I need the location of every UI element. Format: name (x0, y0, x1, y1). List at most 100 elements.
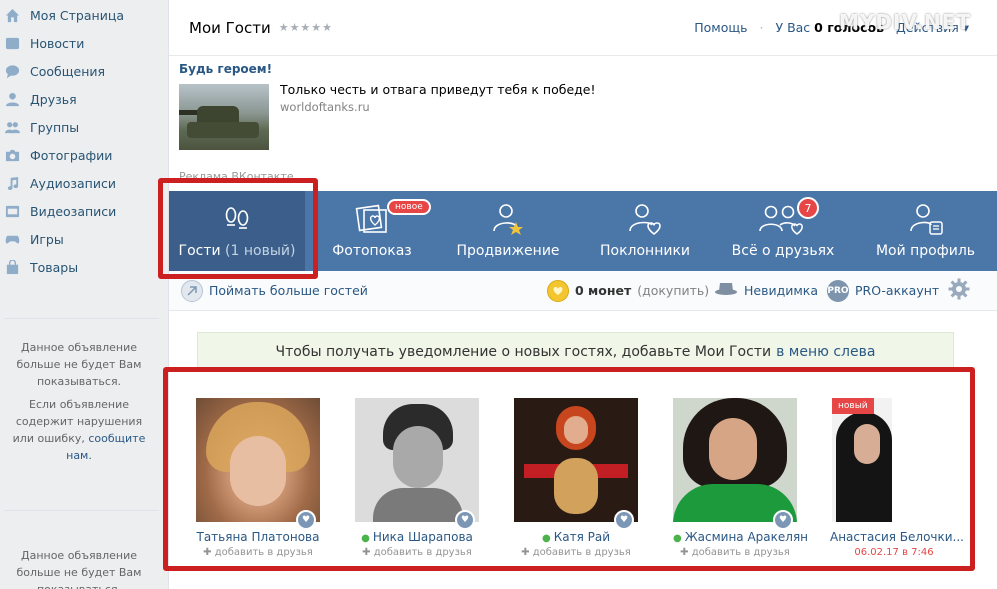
camera-icon (4, 147, 20, 163)
sidebar-item-label: Моя Страница (30, 7, 124, 23)
catch-label: Поймать больше гостей (209, 283, 368, 298)
promo-heading[interactable]: Будь героем! (179, 62, 679, 76)
sidebar-item-messages[interactable]: Сообщения (0, 57, 167, 85)
user-card-icon (906, 201, 946, 237)
new-badge: новое (387, 199, 431, 215)
sidebar-item-friends[interactable]: Друзья (0, 85, 167, 113)
ad-hidden-notice: Данное объявление больше не будет Вам по… (4, 339, 154, 464)
heart-icon[interactable]: ♥ (455, 510, 475, 530)
guest-card[interactable]: ♥ ● Ника Шарапова ✚ добавить в друзья (355, 398, 479, 558)
sidebar-item-audio[interactable]: Аудиозаписи (0, 169, 167, 197)
avatar[interactable] (196, 398, 320, 522)
tab-label: Фотопоказ (332, 243, 412, 259)
sidebar-item-label: Товары (30, 259, 79, 275)
add-to-menu-link[interactable]: в меню слева (776, 344, 875, 360)
friends-icon (4, 91, 20, 107)
gamepad-icon (4, 231, 20, 247)
tab-label: Продвижение (456, 243, 560, 259)
video-icon (4, 203, 20, 219)
guests-list: ♥ Татьяна Платонова ✚ добавить в друзья … (169, 380, 997, 580)
invisible-label: Невидимка (744, 283, 818, 298)
avatar[interactable] (673, 398, 797, 522)
tab-label: Мой профиль (875, 243, 976, 259)
new-badge: новый (832, 398, 874, 414)
pro-account-link[interactable]: PRO PRO-аккаунт (827, 279, 940, 302)
promo-image[interactable] (179, 84, 269, 150)
sidebar-item-goods[interactable]: Товары (0, 253, 167, 281)
coin-icon (547, 279, 569, 302)
tab-promotion[interactable]: Продвижение (439, 191, 577, 271)
sidebar-item-games[interactable]: Игры (0, 225, 167, 253)
guest-name[interactable]: ● Жасмина Аракелян (673, 530, 808, 544)
sidebar-item-photos[interactable]: Фотографии (0, 141, 167, 169)
heart-icon[interactable]: ♥ (614, 510, 634, 530)
sidebar-item-video[interactable]: Видеозаписи (0, 197, 167, 225)
sidebar-item-label: Сообщения (30, 63, 106, 79)
invisible-link[interactable]: Невидимка (714, 281, 818, 300)
online-indicator: ● (361, 533, 370, 544)
catch-guests-link[interactable]: Поймать больше гостей (181, 279, 368, 302)
heart-icon[interactable]: ♥ (296, 510, 316, 530)
menu-notice: Чтобы получать уведомление о новых гостя… (197, 332, 954, 372)
pro-label: PRO-аккаунт (855, 283, 940, 298)
pro-icon: PRO (827, 279, 849, 302)
messages-icon (4, 63, 20, 79)
sidebar-item-my-page[interactable]: Моя Страница (0, 1, 167, 29)
sidebar-item-label: Аудиозаписи (30, 175, 116, 191)
sidebar-item-label: Игры (30, 231, 64, 247)
avatar[interactable] (514, 398, 638, 522)
sidebar-item-label: Видеозаписи (30, 203, 117, 219)
heart-icon[interactable]: ♥ (773, 510, 793, 530)
app-panel: Мои Гости ★★★★★ Помощь · У Вас 0 голосов… (168, 0, 997, 589)
friends-count-badge: 7 (797, 197, 819, 219)
guest-card[interactable]: ♥ ● Катя Рай ✚ добавить в друзья (514, 398, 638, 558)
page-title: Мои Гости (189, 18, 271, 37)
tab-label: Поклонники (599, 243, 691, 259)
online-indicator: ● (541, 533, 551, 544)
ad-hidden-text: Данное объявление больше не будет Вам по… (16, 341, 142, 388)
add-friend-link[interactable]: ✚ добавить в друзья (196, 547, 320, 558)
tab-photoshow[interactable]: новое Фотопоказ (305, 191, 439, 271)
guest-name[interactable]: Татьяна Платонова (196, 530, 320, 544)
tab-friends-info[interactable]: 7 Всё о друзьях (713, 191, 853, 271)
add-friend-link[interactable]: ✚ добавить в друзья (514, 547, 638, 558)
sidebar-item-label: Фотографии (30, 147, 113, 163)
sidebar-item-label: Новости (30, 35, 85, 51)
promo-site[interactable]: worldoftanks.ru (280, 100, 370, 114)
ad-hidden-text: Данное объявление больше не будет Вам по… (16, 549, 142, 589)
sidebar-item-news[interactable]: Новости (0, 29, 167, 57)
guest-name[interactable]: ● Катя Рай (514, 530, 638, 544)
sidebar-item-label: Друзья (30, 91, 77, 107)
sub-toolbar: Поймать больше гостей 0 монет (докупить)… (169, 271, 997, 311)
news-icon (4, 35, 20, 51)
separator-dot: · (759, 20, 764, 35)
tab-my-profile[interactable]: Мой профиль (853, 191, 997, 271)
guest-card[interactable]: новый Анастасия Белочки... 06.02.17 в 7:… (830, 398, 964, 558)
online-indicator: ● (673, 533, 682, 544)
guest-name[interactable]: Анастасия Белочки... (830, 530, 964, 544)
rating-stars[interactable]: ★★★★★ (279, 21, 333, 34)
tab-label: Гости (178, 243, 221, 259)
user-heart-icon (625, 201, 665, 237)
help-link[interactable]: Помощь (694, 20, 747, 35)
add-friend-link[interactable]: ✚ добавить в друзья (355, 547, 479, 558)
ad-promo[interactable]: Будь героем! Только честь и отвага приве… (179, 62, 679, 150)
settings-button[interactable] (948, 278, 970, 303)
avatar[interactable]: новый (832, 398, 892, 522)
gear-icon (948, 278, 970, 303)
tab-guests[interactable]: Гости (1 новый) (169, 191, 305, 271)
sidebar-item-groups[interactable]: Группы (0, 113, 167, 141)
tab-fans[interactable]: Поклонники (577, 191, 713, 271)
avatar[interactable] (355, 398, 479, 522)
promo-footer: Реклама ВКонтакте (179, 170, 294, 183)
coins-info: 0 монет (докупить) (547, 279, 709, 302)
votes-prefix: У Вас (775, 20, 811, 35)
guest-card[interactable]: ♥ ● Жасмина Аракелян ✚ добавить в друзья (673, 398, 808, 558)
sidebar-item-label: Группы (30, 119, 80, 135)
music-icon (4, 175, 20, 191)
sidebar-divider (4, 510, 159, 511)
guest-card[interactable]: ♥ Татьяна Платонова ✚ добавить в друзья (196, 398, 320, 558)
add-friend-link[interactable]: ✚ добавить в друзья (673, 547, 797, 558)
guest-name[interactable]: ● Ника Шарапова (355, 530, 479, 544)
topup-link[interactable]: (докупить) (637, 283, 709, 298)
